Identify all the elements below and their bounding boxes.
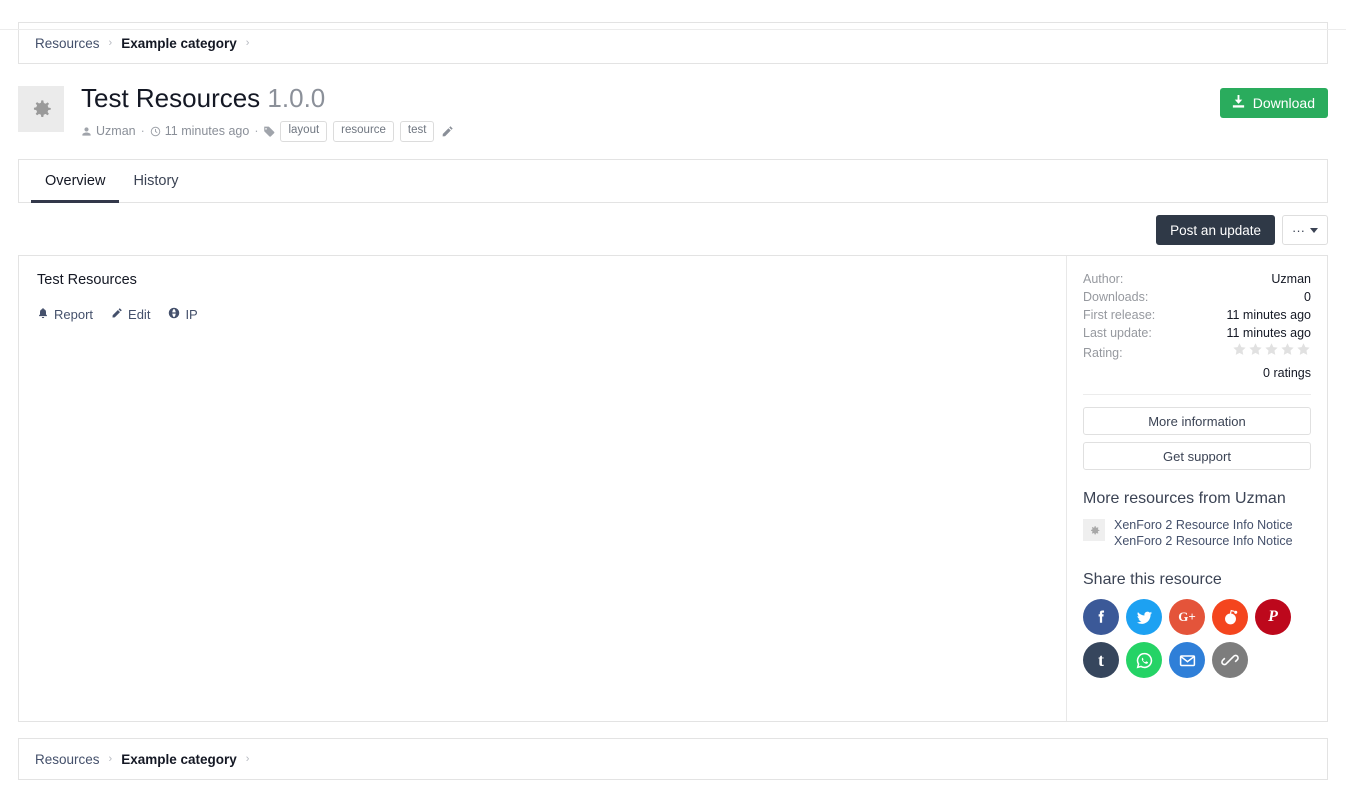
meta-row-rating: Rating: [1083, 342, 1311, 362]
tab-bar: Overview History [18, 159, 1328, 203]
chevron-down-icon [1310, 227, 1318, 233]
tag-layout[interactable]: layout [280, 120, 328, 142]
byline-separator: · [140, 124, 145, 139]
tab-overview[interactable]: Overview [31, 160, 120, 203]
breadcrumb-separator-icon: › [245, 37, 250, 49]
rating-stars[interactable] [1232, 342, 1311, 357]
breadcrumb-separator-icon: › [108, 753, 113, 765]
report-link[interactable]: Report [37, 307, 93, 322]
share-reddit-icon[interactable] [1212, 599, 1248, 635]
edit-label: Edit [128, 307, 151, 322]
post-an-update-button[interactable]: Post an update [1156, 215, 1275, 245]
breadcrumb-footer-item-resources[interactable]: Resources [35, 752, 100, 767]
meta-row-downloads: Downloads: 0 [1083, 288, 1311, 306]
meta-row-last-update: Last update: 11 minutes ago [1083, 324, 1311, 342]
download-button[interactable]: Download [1219, 88, 1328, 118]
breadcrumb-separator-icon: › [245, 753, 250, 765]
share-facebook-icon[interactable] [1083, 599, 1119, 635]
byline-separator: · [254, 124, 259, 139]
mini-resource-text: XenForo 2 Resource Info Notice XenForo 2… [1114, 517, 1293, 549]
meta-value-first-release: 11 minutes ago [1226, 308, 1311, 322]
meta-value-downloads: 0 [1304, 290, 1311, 304]
breadcrumb-item-resources[interactable]: Resources [35, 36, 100, 51]
resource-title-text: Test Resources [81, 83, 261, 113]
byline-date[interactable]: 11 minutes ago [165, 124, 250, 138]
edit-link[interactable]: Edit [111, 307, 150, 322]
user-icon [81, 126, 92, 137]
top-divider [0, 29, 1346, 30]
meta-row-first-release: First release: 11 minutes ago [1083, 306, 1311, 324]
ratings-count: 0 ratings [1263, 366, 1311, 380]
share-google-plus-glyph: G+ [1178, 609, 1196, 624]
meta-label-first-release: First release: [1083, 308, 1156, 322]
share-tumblr-glyph: t [1098, 649, 1104, 670]
meta-row-author: Author: Uzman [1083, 270, 1311, 288]
sidebar-divider [1083, 394, 1311, 395]
tag-icon [263, 125, 276, 138]
mini-resource-title[interactable]: XenForo 2 Resource Info Notice [1114, 517, 1293, 533]
ip-link[interactable]: IP [168, 307, 198, 322]
more-resources-heading: More resources from Uzman [1083, 490, 1286, 507]
resource-byline: Uzman · 11 minutes ago · layout resource… [81, 120, 454, 142]
list-item[interactable]: XenForo 2 Resource Info Notice XenForo 2… [1083, 517, 1311, 549]
resource-header: Test Resources 1.0.0 Uzman · 11 minutes … [18, 83, 1328, 142]
report-label: Report [54, 307, 94, 322]
breadcrumb-separator-icon: › [108, 37, 113, 49]
meta-value-last-update: 11 minutes ago [1226, 326, 1311, 340]
tag-test[interactable]: test [399, 120, 435, 142]
download-icon [1231, 94, 1246, 112]
meta-label-downloads: Downloads: [1083, 290, 1149, 304]
tab-history[interactable]: History [119, 160, 192, 202]
page-title: Test Resources 1.0.0 [81, 83, 454, 114]
meta-label-last-update: Last update: [1083, 326, 1152, 340]
share-google-plus-icon[interactable]: G+ [1169, 599, 1205, 635]
description-actions: Report Edit IP [37, 307, 1048, 322]
gear-icon [1083, 519, 1105, 541]
download-button-label: Download [1252, 95, 1315, 111]
action-bar: Post an update ··· [18, 215, 1328, 245]
share-pinterest-glyph: P [1268, 608, 1278, 625]
share-buttons: G+ P t [1083, 599, 1311, 678]
breadcrumb-footer: Resources › Example category › [18, 738, 1328, 780]
ellipsis-icon: ··· [1292, 222, 1305, 238]
meta-value-author[interactable]: Uzman [1271, 270, 1311, 288]
description-title: Test Resources [37, 272, 137, 288]
pencil-icon [111, 307, 123, 322]
tag-resource[interactable]: resource [333, 120, 394, 142]
share-tumblr-icon[interactable]: t [1083, 642, 1119, 678]
byline-author[interactable]: Uzman [96, 124, 136, 138]
share-pinterest-icon[interactable]: P [1255, 599, 1291, 635]
gear-icon [18, 86, 64, 132]
ip-label: IP [185, 307, 198, 322]
resource-sidebar: Author: Uzman Downloads: 0 First release… [1067, 256, 1327, 721]
share-email-icon[interactable] [1169, 642, 1205, 678]
share-twitter-icon[interactable] [1126, 599, 1162, 635]
more-options-button[interactable]: ··· [1282, 215, 1328, 245]
pencil-icon[interactable] [441, 125, 454, 138]
clock-icon [150, 126, 161, 137]
breadcrumb-item-category[interactable]: Example category [121, 36, 237, 51]
more-information-button[interactable]: More information [1083, 407, 1311, 435]
resource-body: Test Resources Report Edit IP Author: Uz… [18, 255, 1328, 722]
share-whatsapp-icon[interactable] [1126, 642, 1162, 678]
resource-version: 1.0.0 [267, 83, 326, 113]
mini-resource-subtitle[interactable]: XenForo 2 Resource Info Notice [1114, 533, 1293, 549]
get-support-button[interactable]: Get support [1083, 442, 1311, 470]
globe-icon [168, 307, 180, 322]
meta-label-rating: Rating: [1083, 346, 1123, 360]
resource-page: Resources › Example category › Test Reso… [0, 22, 1346, 793]
meta-label-author: Author: [1083, 272, 1124, 286]
share-link-icon[interactable] [1212, 642, 1248, 678]
share-heading: Share this resource [1083, 571, 1222, 588]
resource-title-block: Test Resources 1.0.0 Uzman · 11 minutes … [81, 83, 454, 142]
bell-icon [37, 307, 49, 322]
breadcrumb-footer-item-category[interactable]: Example category [121, 752, 237, 767]
resource-description-panel: Test Resources Report Edit IP [19, 256, 1067, 721]
